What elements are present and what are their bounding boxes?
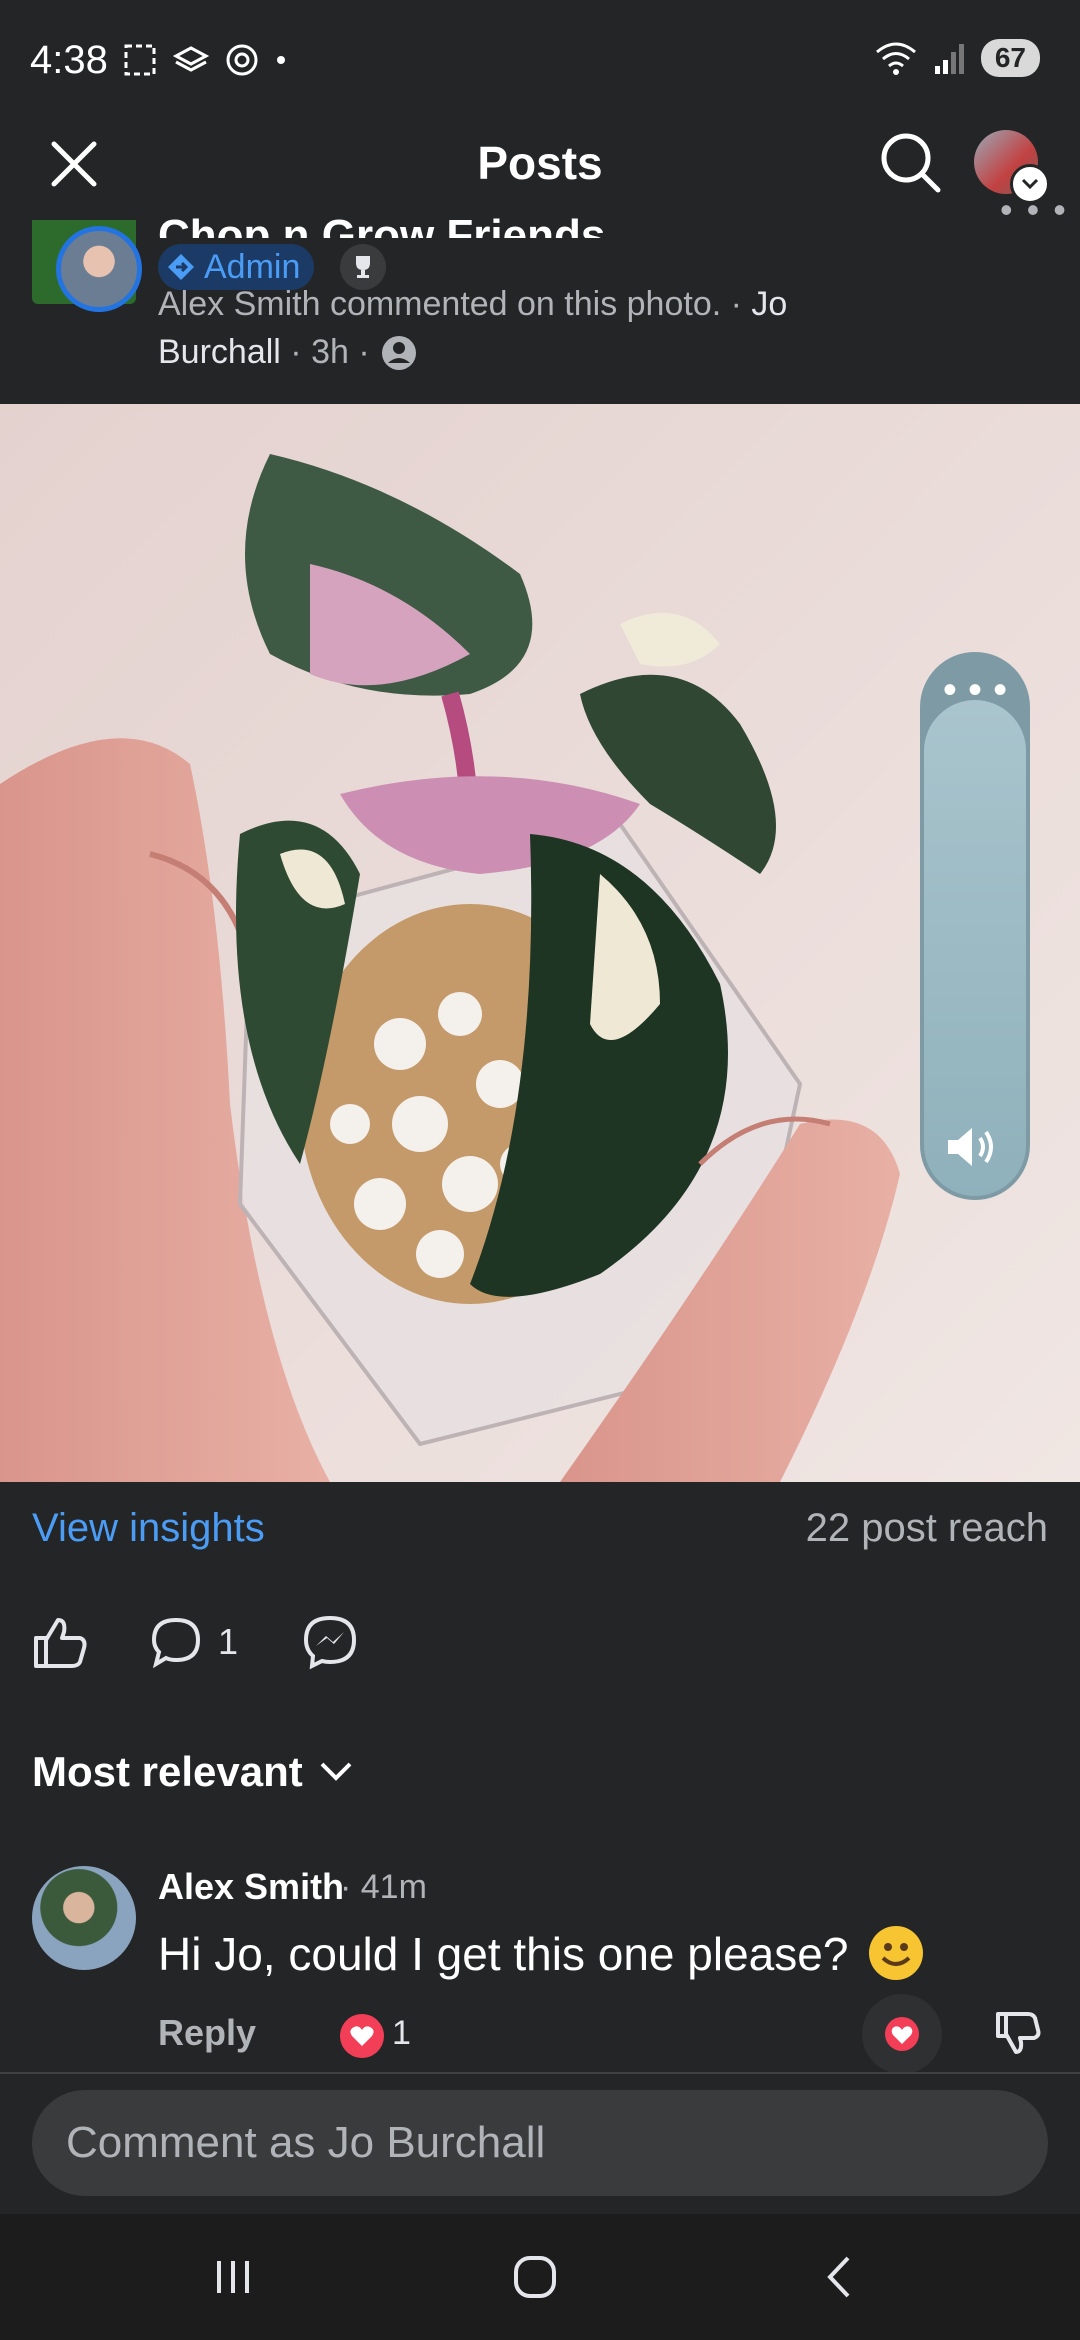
- post-activity-text: Alex Smith commented on this photo. ·: [158, 285, 752, 323]
- commenter-name[interactable]: Alex Smith: [158, 1866, 344, 1908]
- recent-apps-button[interactable]: [188, 2244, 278, 2310]
- sort-dropdown[interactable]: Most relevant: [32, 1748, 353, 1796]
- commenter-avatar[interactable]: [32, 1866, 136, 1970]
- chevron-down-icon[interactable]: [1010, 164, 1050, 204]
- heart-icon: [885, 2017, 919, 2051]
- like-icon[interactable]: [30, 1612, 90, 1672]
- comment-icon: [151, 1617, 201, 1669]
- reply-button[interactable]: Reply: [158, 2012, 256, 2054]
- wifi-icon: [875, 42, 916, 75]
- home-button[interactable]: [490, 2244, 580, 2310]
- post-time: 3h: [311, 333, 349, 371]
- search-icon[interactable]: [878, 130, 944, 196]
- sort-label: Most relevant: [32, 1748, 303, 1795]
- divider: [0, 2072, 1080, 2074]
- comment-count: 1: [218, 1621, 239, 1662]
- heart-reaction-icon[interactable]: [340, 2014, 384, 2058]
- status-notification-icons: [122, 42, 288, 78]
- view-insights-link[interactable]: View insights: [32, 1506, 265, 1551]
- heart-react-button[interactable]: [862, 1994, 942, 2074]
- dislike-icon[interactable]: [994, 2008, 1044, 2058]
- stack-icon: [172, 46, 210, 72]
- status-time: 4:38: [30, 38, 108, 82]
- back-icon: [827, 2256, 850, 2298]
- battery-indicator: 67: [980, 39, 1040, 77]
- threads-icon: [226, 44, 258, 76]
- comment-button[interactable]: 1: [148, 1614, 238, 1670]
- screenshot-icon: [124, 44, 156, 76]
- smiley-emoji-icon: [869, 1926, 924, 1980]
- post-meta: Alex Smith commented on this photo. · Jo…: [158, 285, 788, 371]
- back-button[interactable]: [794, 2244, 884, 2310]
- reaction-count: 1: [392, 2014, 411, 2052]
- more-options-icon[interactable]: • • •: [940, 670, 1010, 710]
- recent-apps-icon: [217, 2261, 249, 2293]
- post-photo[interactable]: [0, 404, 1080, 1482]
- audience-group-icon: [382, 336, 417, 370]
- volume-icon[interactable]: [944, 1122, 1004, 1172]
- comment-input[interactable]: [32, 2090, 1048, 2196]
- comment-time: · 41m: [340, 1868, 427, 1906]
- home-icon: [514, 2256, 556, 2298]
- comment-body: Hi Jo, could I get this one please?: [158, 1928, 849, 1980]
- diamond-icon: [168, 254, 194, 280]
- dot-icon: [277, 56, 285, 64]
- group-name[interactable]: Chop n Grow Friends: [158, 192, 605, 238]
- signal-icon: [934, 44, 964, 74]
- status-system-icons: 67: [873, 38, 1040, 78]
- author-avatar[interactable]: [56, 226, 142, 312]
- more-options-icon[interactable]: • • •: [1000, 200, 1068, 218]
- comment-text: Hi Jo, could I get this one please?: [158, 1926, 924, 1981]
- chevron-down-icon: [320, 1762, 352, 1781]
- post-reach: 22 post reach: [805, 1506, 1048, 1550]
- messenger-icon[interactable]: [300, 1612, 360, 1672]
